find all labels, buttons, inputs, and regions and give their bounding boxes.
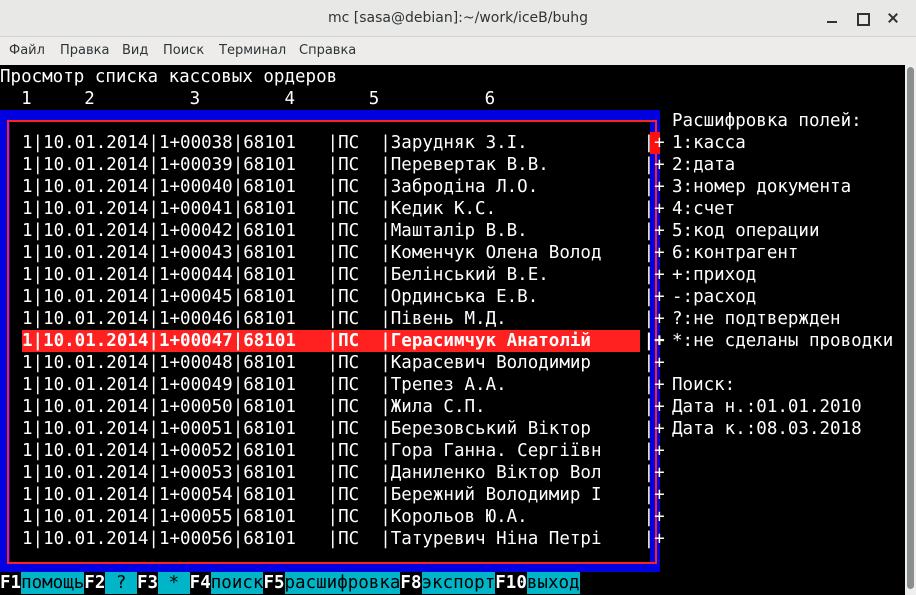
legend-line: 3:номер документа xyxy=(672,177,852,197)
legend-line: 5:код операции xyxy=(672,221,820,241)
terminal-scrollbar[interactable] xyxy=(905,65,916,595)
fkey-f5[interactable]: F5 xyxy=(263,572,284,594)
fkey-f3[interactable]: F3 xyxy=(137,572,158,594)
legend-line: -:расход xyxy=(672,287,757,307)
menu-terminal[interactable]: Терминал xyxy=(219,43,286,58)
fkey-label[interactable]: экспорт xyxy=(421,572,496,594)
window-title: mc [sasa@debian]:~/work/iceB/buhg xyxy=(328,10,588,26)
legend-line: Дата к.:08.03.2018 xyxy=(672,419,862,439)
close-icon[interactable] xyxy=(884,9,902,27)
fields-legend: Расшифровка полей: 1:касса 2:дата 3:номер д… xyxy=(672,110,893,440)
fkey-f2[interactable]: F2 xyxy=(84,572,105,594)
table-row-selected[interactable]: 1|10.01.2014|1+00047|68101 |ПС |Герасимч… xyxy=(22,330,665,352)
table-row[interactable]: 1|10.01.2014|1+00045|68101 |ПС |Ординськ… xyxy=(22,286,665,308)
column-numbers: 1 2 3 4 5 6 xyxy=(0,89,496,109)
legend-line xyxy=(672,352,893,374)
table-row[interactable]: 1|10.01.2014|1+00056|68101 |ПС |Татуреви… xyxy=(22,528,665,550)
table-row[interactable]: 1|10.01.2014|1+00043|68101 |ПС |Коменчук… xyxy=(22,242,665,264)
fkey-f8[interactable]: F8 xyxy=(400,572,421,594)
table-row[interactable]: 1|10.01.2014|1+00039|68101 |ПС |Переверт… xyxy=(22,154,665,176)
legend-line: 4:счет xyxy=(672,199,736,219)
fkey-label[interactable]: поиск xyxy=(210,572,264,594)
table-row[interactable]: 1|10.01.2014|1+00040|68101 |ПС |Забродін… xyxy=(22,176,665,198)
terminal-area[interactable]: Просмотр списка кассовых ордеров 1 2 3 4… xyxy=(0,65,905,595)
menubar: Файл Правка Вид Поиск Терминал Справка xyxy=(0,37,916,65)
menu-file[interactable]: Файл xyxy=(9,43,45,58)
table-row[interactable]: 1|10.01.2014|1+00052|68101 |ПС |Гора Ган… xyxy=(22,440,665,462)
screen-heading: Просмотр списка кассовых ордеров xyxy=(0,67,338,87)
orders-list[interactable]: 1|10.01.2014|1+00038|68101 |ПС |Зарудняк… xyxy=(22,132,665,550)
scrollbar-thumb[interactable] xyxy=(907,67,914,589)
legend-line: Расшифровка полей: xyxy=(672,111,862,131)
fkey-f10[interactable]: F10 xyxy=(495,572,527,594)
table-row[interactable]: 1|10.01.2014|1+00050|68101 |ПС |Жила С.П… xyxy=(22,396,665,418)
legend-line: *:не сделаны проводки xyxy=(672,331,894,351)
table-row[interactable]: 1|10.01.2014|1+00049|68101 |ПС |Трепез А… xyxy=(22,374,665,396)
fkey-f1[interactable]: F1 xyxy=(0,572,21,594)
table-row[interactable]: 1|10.01.2014|1+00042|68101 |ПС |Машталір… xyxy=(22,220,665,242)
fkey-f4[interactable]: F4 xyxy=(190,572,211,594)
menu-help[interactable]: Справка xyxy=(299,43,356,58)
table-row[interactable]: 1|10.01.2014|1+00046|68101 |ПС |Півень М… xyxy=(22,308,665,330)
table-row[interactable]: 1|10.01.2014|1+00055|68101 |ПС |Корольов… xyxy=(22,506,665,528)
legend-line: 1:касса xyxy=(672,133,746,153)
table-row[interactable]: 1|10.01.2014|1+00041|68101 |ПС |Кедик К.… xyxy=(22,198,665,220)
legend-line: +:приход xyxy=(672,265,757,285)
table-row[interactable]: 1|10.01.2014|1+00051|68101 |ПС |Березовс… xyxy=(22,418,665,440)
maximize-icon[interactable] xyxy=(853,9,871,27)
menu-view[interactable]: Вид xyxy=(122,43,148,58)
legend-line: Поиск: xyxy=(672,375,736,395)
legend-line: ?:не подтвержден xyxy=(672,309,841,329)
fkey-label[interactable]: расшифровка xyxy=(284,572,401,594)
table-row[interactable]: 1|10.01.2014|1+00038|68101 |ПС |Зарудняк… xyxy=(22,132,665,154)
fkey-label[interactable]: помощь xyxy=(21,572,85,594)
legend-line: Дата н.:01.01.2010 xyxy=(672,397,862,417)
table-row[interactable]: 1|10.01.2014|1+00044|68101 |ПС |Белінськ… xyxy=(22,264,665,286)
fkey-label[interactable]: ? xyxy=(105,572,137,594)
menu-edit[interactable]: Правка xyxy=(60,43,109,58)
fkey-label[interactable]: * xyxy=(158,572,190,594)
table-row[interactable]: 1|10.01.2014|1+00048|68101 |ПС |Карасеви… xyxy=(22,352,665,374)
fkey-label[interactable]: выход xyxy=(526,572,580,594)
table-row[interactable]: 1|10.01.2014|1+00054|68101 |ПС |Бережний… xyxy=(22,484,665,506)
minimize-icon[interactable] xyxy=(823,9,841,27)
legend-line: 2:дата xyxy=(672,155,736,175)
function-key-bar: F1помощьF2 ? F3 * F4поискF5расшифровкаF8… xyxy=(0,572,580,594)
window-titlebar: mc [sasa@debian]:~/work/iceB/buhg xyxy=(0,0,916,37)
menu-search[interactable]: Поиск xyxy=(163,43,204,58)
legend-line: 6:контрагент xyxy=(672,243,799,263)
table-row[interactable]: 1|10.01.2014|1+00053|68101 |ПС |Даниленк… xyxy=(22,462,665,484)
